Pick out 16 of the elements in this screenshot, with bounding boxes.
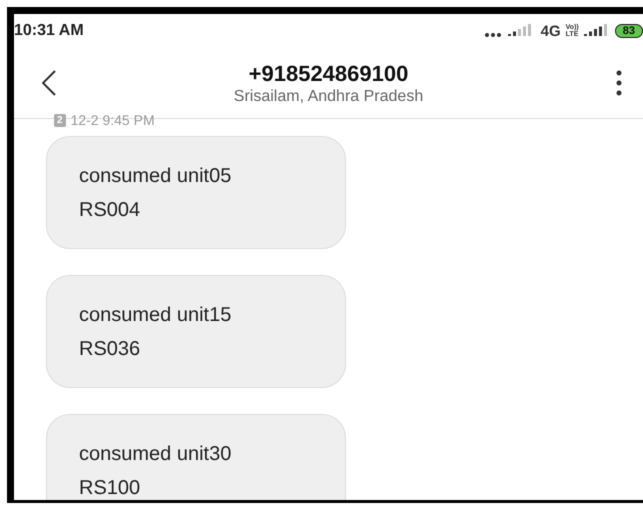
message-text: RS004 — [79, 198, 142, 223]
battery-level: 83 — [614, 24, 643, 38]
contact-location: Srisailam, Andhra Pradesh — [234, 88, 424, 106]
contact-number: +918524869100 — [248, 60, 408, 86]
status-time: 10:31 AM — [14, 22, 84, 40]
message-text: consumed unit05 — [79, 164, 232, 189]
message-text: RS036 — [79, 337, 142, 362]
sim-badge: 2 — [54, 114, 66, 126]
more-icon[interactable] — [616, 70, 622, 96]
message-text: consumed unit30 — [79, 442, 232, 467]
message-text: RS100 — [79, 476, 142, 500]
network-type: 4G — [540, 22, 561, 40]
back-icon[interactable] — [42, 70, 56, 96]
message-text: consumed unit15 — [79, 303, 232, 328]
signal-icon — [584, 24, 610, 38]
message-time: 12-2 9:45 PM — [70, 112, 155, 128]
